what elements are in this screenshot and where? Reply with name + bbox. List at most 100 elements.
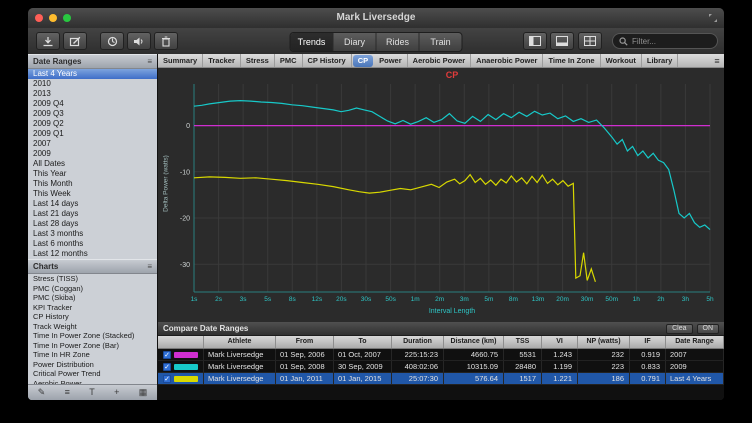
delete-button[interactable] xyxy=(154,32,178,50)
column-header-duration[interactable]: Duration xyxy=(392,336,444,348)
date-range-2009-q2[interactable]: 2009 Q2 xyxy=(28,119,157,129)
cell-athlete: Mark Liversedge xyxy=(204,361,276,372)
clear-button[interactable]: Clea xyxy=(666,324,692,334)
cell-athlete: Mark Liversedge xyxy=(204,349,276,360)
row-checkbox[interactable]: ✓ xyxy=(163,363,171,371)
window-title: Mark Liversedge xyxy=(28,8,724,28)
date-range-2009[interactable]: 2009 xyxy=(28,149,157,159)
toggle-sidebar-button[interactable] xyxy=(523,32,547,50)
column-header-tss[interactable]: TSS xyxy=(504,336,542,348)
tab-tracker[interactable]: Tracker xyxy=(203,54,241,67)
column-header-if[interactable]: IF xyxy=(630,336,666,348)
chart-item-pmc-coggan[interactable]: PMC (Coggan) xyxy=(28,284,157,294)
manual-activity-button[interactable] xyxy=(63,32,87,50)
cell-np: 223 xyxy=(578,361,630,372)
menu-icon[interactable]: ≡ xyxy=(147,262,152,271)
row-color-swatch xyxy=(174,376,198,382)
segment-diary[interactable]: Diary xyxy=(333,33,376,51)
audio-button[interactable] xyxy=(127,32,151,50)
date-range-2013[interactable]: 2013 xyxy=(28,89,157,99)
tab-power[interactable]: Power xyxy=(374,54,408,67)
date-range-last-4-years[interactable]: Last 4 Years xyxy=(28,69,157,79)
column-header-range[interactable]: Date Range xyxy=(666,336,724,348)
chart-item-time-in-hr-zone[interactable]: Time In HR Zone xyxy=(28,350,157,360)
cell-if: 0.833 xyxy=(630,361,666,372)
zoom-icon[interactable] xyxy=(63,14,71,22)
date-range-this-year[interactable]: This Year xyxy=(28,169,157,179)
minimize-icon[interactable] xyxy=(49,14,57,22)
tab-time-in-zone[interactable]: Time In Zone xyxy=(543,54,600,67)
segment-trends[interactable]: Trends xyxy=(291,33,333,51)
date-range-2009-q4[interactable]: 2009 Q4 xyxy=(28,99,157,109)
chart-item-critical-power-trend[interactable]: Critical Power Trend xyxy=(28,369,157,379)
tabbar-menu-icon[interactable]: ≡ xyxy=(710,56,724,66)
menu-icon[interactable]: ≡ xyxy=(147,57,152,66)
segment-rides[interactable]: Rides xyxy=(376,33,419,51)
chart-item-kpi-tracker[interactable]: KPI Tracker xyxy=(28,303,157,313)
date-range-all-dates[interactable]: All Dates xyxy=(28,159,157,169)
close-icon[interactable] xyxy=(35,14,43,22)
tab-cp[interactable]: CP xyxy=(353,55,373,67)
cell-duration: 408:02:06 xyxy=(392,361,444,372)
table-row[interactable]: ✓Mark Liversedge01 Jan, 201101 Jan, 2015… xyxy=(158,373,724,385)
grid-icon[interactable]: ▦ xyxy=(139,385,148,400)
tab-workout[interactable]: Workout xyxy=(601,54,642,67)
tab-aerobic-power[interactable]: Aerobic Power xyxy=(408,54,472,67)
date-range-this-month[interactable]: This Month xyxy=(28,179,157,189)
column-header-vi[interactable]: VI xyxy=(542,336,578,348)
interval-button[interactable] xyxy=(100,32,124,50)
date-range-2010[interactable]: 2010 xyxy=(28,79,157,89)
fullscreen-icon[interactable] xyxy=(708,13,718,23)
date-range-last-12-months[interactable]: Last 12 months xyxy=(28,249,157,259)
compare-on-button[interactable]: ON xyxy=(697,324,720,334)
chart-item-stress-tiss[interactable]: Stress (TISS) xyxy=(28,274,157,284)
cell-np: 186 xyxy=(578,373,630,384)
column-header-distance[interactable]: Distance (km) xyxy=(444,336,504,348)
chart-item-track-weight[interactable]: Track Weight xyxy=(28,322,157,332)
row-checkbox[interactable]: ✓ xyxy=(163,375,171,383)
date-range-this-week[interactable]: This Week xyxy=(28,189,157,199)
column-header-np[interactable]: NP (watts) xyxy=(578,336,630,348)
column-header-lead[interactable] xyxy=(158,336,204,348)
chart-item-pmc-skiba[interactable]: PMC (Skiba) xyxy=(28,293,157,303)
x-tick-label: 12s xyxy=(312,296,323,303)
tile-view-button[interactable] xyxy=(578,32,602,50)
filter-field[interactable]: Filter... xyxy=(612,33,718,49)
column-header-athlete[interactable]: Athlete xyxy=(204,336,276,348)
tab-summary[interactable]: Summary xyxy=(158,54,203,67)
tab-library[interactable]: Library xyxy=(642,54,678,67)
date-range-last-6-months[interactable]: Last 6 months xyxy=(28,239,157,249)
date-range-last-3-months[interactable]: Last 3 months xyxy=(28,229,157,239)
toggle-lowbar-button[interactable] xyxy=(550,32,574,50)
date-range-2007[interactable]: 2007 xyxy=(28,139,157,149)
charts-header[interactable]: Charts ≡ xyxy=(28,259,157,274)
column-header-from[interactable]: From xyxy=(276,336,334,348)
text-icon[interactable]: T xyxy=(89,385,95,400)
date-range-last-21-days[interactable]: Last 21 days xyxy=(28,209,157,219)
chart-item-power-distribution[interactable]: Power Distribution xyxy=(28,360,157,370)
add-icon[interactable]: + xyxy=(114,385,119,400)
table-row[interactable]: ✓Mark Liversedge01 Sep, 200601 Oct, 2007… xyxy=(158,349,724,361)
date-range-last-14-days[interactable]: Last 14 days xyxy=(28,199,157,209)
column-header-to[interactable]: To xyxy=(334,336,392,348)
cell-to: 01 Oct, 2007 xyxy=(334,349,392,360)
date-range-2009-q1[interactable]: 2009 Q1 xyxy=(28,129,157,139)
list-icon[interactable]: ≡ xyxy=(65,385,70,400)
segment-train[interactable]: Train xyxy=(419,33,462,51)
date-ranges-header[interactable]: Date Ranges ≡ xyxy=(28,54,157,69)
chart-item-cp-history[interactable]: CP History xyxy=(28,312,157,322)
row-checkbox[interactable]: ✓ xyxy=(163,351,171,359)
tab-anaerobic-power[interactable]: Anaerobic Power xyxy=(471,54,543,67)
tab-cp-history[interactable]: CP History xyxy=(303,54,352,67)
tab-stress[interactable]: Stress xyxy=(241,54,275,67)
cp-compare-chart[interactable]: 1s2s3s5s8s12s20s30s50s1m2m3m5m8m13m20m30… xyxy=(158,68,724,322)
chart-item-time-in-power-zone-bar[interactable]: Time In Power Zone (Bar) xyxy=(28,341,157,351)
tab-pmc[interactable]: PMC xyxy=(275,54,303,67)
brush-icon[interactable]: ✎ xyxy=(38,385,46,400)
y-tick-label: -10 xyxy=(180,169,190,176)
date-range-2009-q3[interactable]: 2009 Q3 xyxy=(28,109,157,119)
download-activity-button[interactable] xyxy=(36,32,60,50)
chart-item-time-in-power-zone-stacked[interactable]: Time In Power Zone (Stacked) xyxy=(28,331,157,341)
table-row[interactable]: ✓Mark Liversedge01 Sep, 200830 Sep, 2009… xyxy=(158,361,724,373)
date-range-last-28-days[interactable]: Last 28 days xyxy=(28,219,157,229)
